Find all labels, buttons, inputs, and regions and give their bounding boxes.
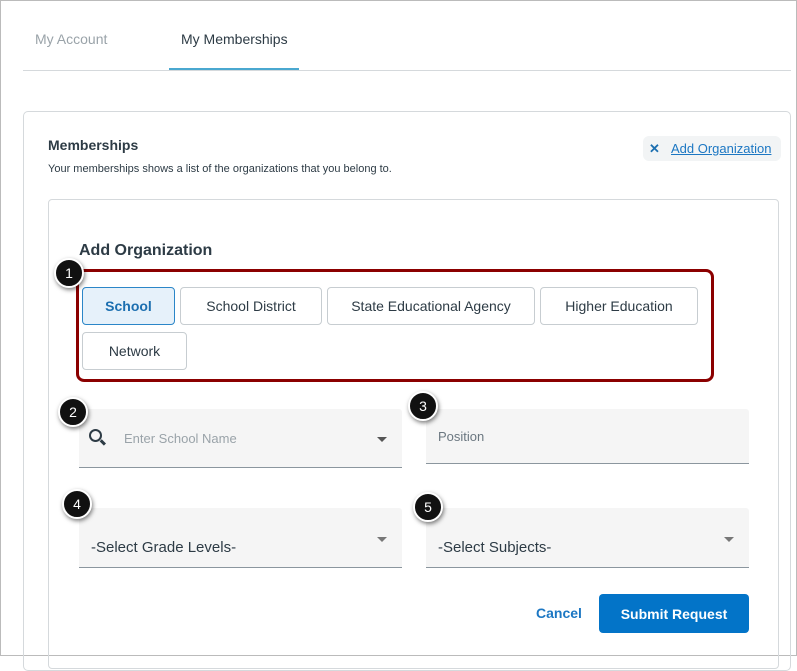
memberships-description: Your memberships shows a list of the org… [48, 163, 392, 175]
close-icon: ✕ [649, 140, 660, 156]
org-type-state-agency[interactable]: State Educational Agency [327, 287, 535, 325]
org-type-school-district[interactable]: School District [180, 287, 322, 325]
position-placeholder: Position [438, 429, 485, 444]
subjects-value: -Select Subjects- [438, 539, 552, 556]
callout-3: 3 [408, 391, 438, 421]
search-icon-handle [99, 439, 107, 446]
callout-4: 4 [62, 489, 92, 519]
tabs-divider [23, 70, 791, 71]
add-organization-link[interactable]: ✕ Add Organization [643, 136, 781, 161]
chevron-down-icon [724, 537, 734, 542]
callout-1: 1 [54, 258, 84, 288]
cancel-button[interactable]: Cancel [536, 605, 582, 621]
tab-my-account[interactable]: My Account [35, 31, 107, 47]
chevron-down-icon [377, 437, 387, 442]
grade-levels-select[interactable]: -Select Grade Levels- [79, 508, 402, 568]
org-type-higher-education[interactable]: Higher Education [540, 287, 698, 325]
submit-request-button[interactable]: Submit Request [599, 594, 749, 633]
add-organization-title: Add Organization [79, 242, 213, 259]
active-tab-underline [169, 68, 299, 70]
callout-2: 2 [58, 397, 88, 427]
org-type-school[interactable]: School [82, 287, 175, 325]
position-input[interactable]: Position [426, 409, 749, 464]
grade-levels-value: -Select Grade Levels- [91, 539, 237, 556]
add-organization-label: Add Organization [671, 141, 772, 156]
subjects-select[interactable]: -Select Subjects- [426, 508, 749, 568]
school-name-combobox[interactable]: Enter School Name [79, 409, 402, 468]
callout-5: 5 [413, 492, 443, 522]
school-name-placeholder: Enter School Name [124, 431, 237, 446]
org-type-network[interactable]: Network [82, 332, 187, 370]
memberships-title: Memberships [48, 137, 139, 153]
chevron-down-icon [377, 537, 387, 542]
tab-my-memberships[interactable]: My Memberships [181, 31, 288, 47]
